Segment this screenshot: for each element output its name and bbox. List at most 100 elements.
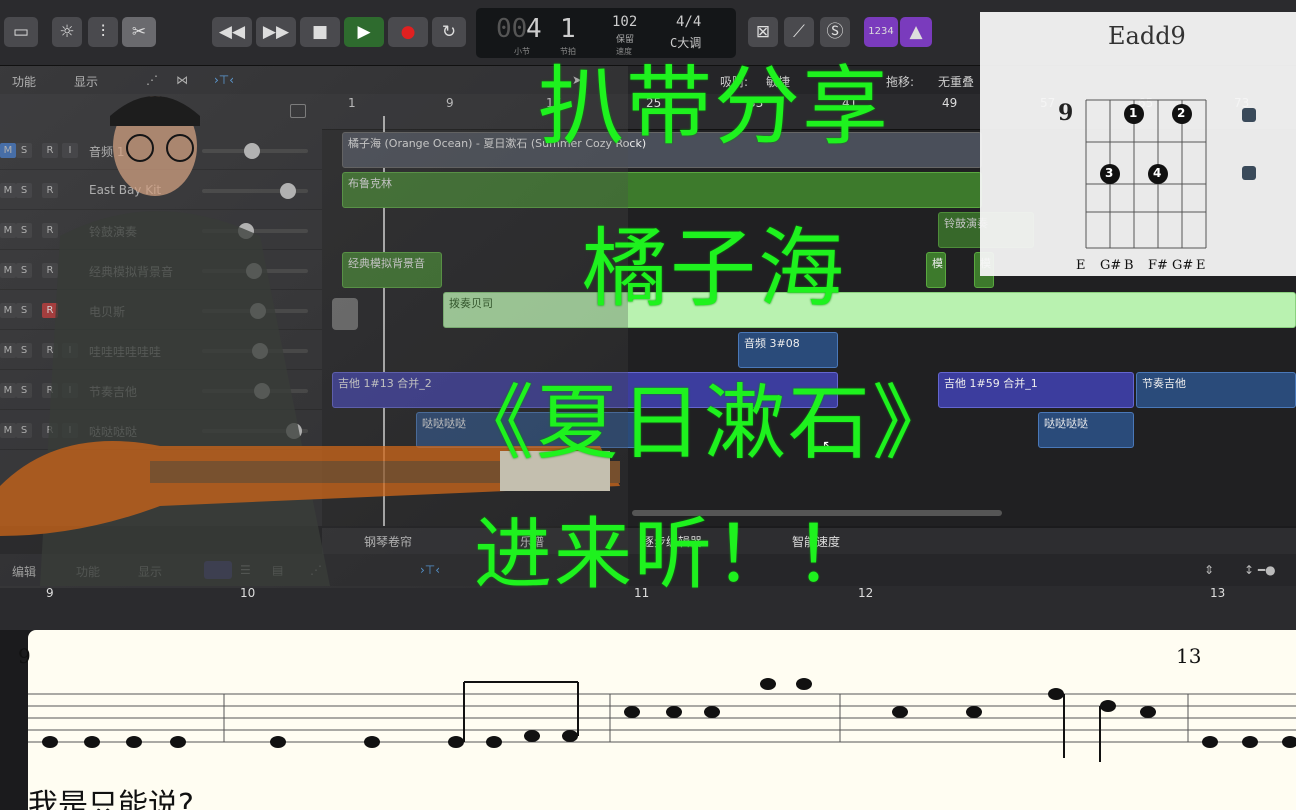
track-list: M S R I 音频 1 M S R East Bay Kit M S R 铃鼓演奏 M S R 经典模拟背景音… xyxy=(0,94,322,526)
track-r-button[interactable]: R xyxy=(42,383,58,398)
track-i-button[interactable]: I xyxy=(62,343,78,358)
finger-2: 2 xyxy=(1177,106,1186,120)
region-dada-2[interactable]: 哒哒哒哒 xyxy=(1038,412,1134,448)
track-row[interactable]: M S R I 节奏吉他 xyxy=(0,370,322,410)
display-menu[interactable]: 显示 xyxy=(74,73,98,90)
play-button[interactable]: ▶ xyxy=(344,17,384,47)
region-rhythm-guitar[interactable]: 节奏吉他 xyxy=(1136,372,1296,408)
page-view-icon[interactable]: ▤ xyxy=(272,563,283,577)
fader-knob[interactable] xyxy=(244,143,260,159)
volume-fader[interactable] xyxy=(202,343,308,359)
zoom-vertical-icon[interactable]: ⇕ xyxy=(1204,563,1214,577)
fader-knob[interactable] xyxy=(252,343,268,359)
fader-knob[interactable] xyxy=(254,383,270,399)
cycle-button[interactable]: ↻ xyxy=(432,17,466,47)
track-options-icon[interactable] xyxy=(290,104,306,118)
automation-icon[interactable]: ⋰ xyxy=(146,73,158,87)
volume-fader[interactable] xyxy=(202,303,308,319)
linear-view-icon[interactable]: ☰ xyxy=(240,563,251,577)
editors-button[interactable]: ✂ xyxy=(122,17,156,47)
view-mode-button[interactable] xyxy=(204,561,232,579)
editor-ruler-mark: 13 xyxy=(1210,586,1226,600)
track-s-button[interactable]: S xyxy=(16,343,32,358)
volume-fader[interactable] xyxy=(202,423,308,439)
track-s-button[interactable]: S xyxy=(16,223,32,238)
smart-controls-button[interactable]: ☼ xyxy=(52,17,82,47)
catch-icon[interactable]: ›⊤‹ xyxy=(214,73,234,87)
fast-forward-button[interactable]: ▶▶ xyxy=(256,17,296,47)
track-i-button[interactable]: I xyxy=(62,423,78,438)
function-menu[interactable]: 功能 xyxy=(12,73,36,90)
track-m-button[interactable]: M xyxy=(0,143,16,158)
track-s-button[interactable]: S xyxy=(16,143,32,158)
flex-icon[interactable]: ⋈ xyxy=(176,73,188,87)
fader-knob[interactable] xyxy=(286,423,302,439)
track-m-button[interactable]: M xyxy=(0,263,16,278)
fast-forward-icon: ▶▶ xyxy=(262,22,290,42)
track-row[interactable]: M S R I 哇哇哇哇哇哇 xyxy=(0,330,322,370)
track-m-button[interactable]: M xyxy=(0,303,16,318)
track-m-button[interactable]: M xyxy=(0,183,16,198)
track-row[interactable]: M S R East Bay Kit xyxy=(0,170,322,210)
track-m-button[interactable]: M xyxy=(0,343,16,358)
volume-fader[interactable] xyxy=(202,263,308,279)
track-row[interactable]: M S R I 哒哒哒哒 xyxy=(0,410,322,450)
track-r-button[interactable]: R xyxy=(42,143,58,158)
mixer-button[interactable]: ⫶ xyxy=(88,17,118,47)
region-synth[interactable]: 经典模拟背景音 xyxy=(342,252,442,288)
track-r-button[interactable]: R xyxy=(42,343,58,358)
track-s-button[interactable]: S xyxy=(16,183,32,198)
finger-1: 1 xyxy=(1129,106,1138,120)
score-editor[interactable]: 9 13 我是只能说? xyxy=(18,630,1296,810)
play-icon: ▶ xyxy=(357,22,371,42)
track-r-button[interactable]: R xyxy=(42,183,58,198)
track-s-button[interactable]: S xyxy=(16,423,32,438)
rewind-button[interactable]: ◀◀ xyxy=(212,17,252,47)
track-row[interactable]: M S R 经典模拟背景音 xyxy=(0,250,322,290)
track-m-button[interactable]: M xyxy=(0,423,16,438)
ruler-mark: 9 xyxy=(446,96,454,110)
string-name: G# xyxy=(1100,258,1122,273)
record-button[interactable]: ● xyxy=(388,17,428,47)
bass-instrument-icon xyxy=(332,298,358,330)
fader-knob[interactable] xyxy=(246,263,262,279)
editor-function-menu[interactable]: 功能 xyxy=(76,563,100,580)
editor-automation-icon[interactable]: ⋰ xyxy=(310,563,322,577)
track-r-button[interactable]: R xyxy=(42,263,58,278)
track-s-button[interactable]: S xyxy=(16,263,32,278)
inbox-icon: ▭ xyxy=(12,22,30,42)
editor-tab[interactable]: 钢琴卷帘 xyxy=(364,533,412,550)
track-row[interactable]: M S R 电贝斯 xyxy=(0,290,322,330)
volume-fader[interactable] xyxy=(202,383,308,399)
editor-display-menu[interactable]: 显示 xyxy=(138,563,162,580)
lcd-signature: 4/4 xyxy=(676,14,702,30)
string-name: E xyxy=(1076,258,1086,273)
track-r-button[interactable]: R xyxy=(42,303,58,318)
library-button[interactable]: ▭ xyxy=(4,17,38,47)
fader-knob[interactable] xyxy=(280,183,296,199)
track-r-button[interactable]: R xyxy=(42,223,58,238)
volume-fader[interactable] xyxy=(202,143,308,159)
track-name: 哒哒哒哒 xyxy=(89,425,138,439)
string-name: F# xyxy=(1148,258,1168,273)
track-m-button[interactable]: M xyxy=(0,223,16,238)
zoom-slider[interactable]: ↕ ━● xyxy=(1244,563,1276,577)
fader-knob[interactable] xyxy=(250,303,266,319)
overlay-title-4: 进来听！！ xyxy=(473,510,874,600)
track-s-button[interactable]: S xyxy=(16,303,32,318)
volume-fader[interactable] xyxy=(202,183,308,199)
track-row[interactable]: M S R I 音频 1 xyxy=(0,130,322,170)
fader-knob[interactable] xyxy=(238,223,254,239)
track-m-button[interactable]: M xyxy=(0,383,16,398)
string-name: E xyxy=(1196,258,1206,273)
track-i-button[interactable]: I xyxy=(62,143,78,158)
stop-button[interactable]: ■ xyxy=(300,17,340,47)
track-i-button[interactable]: I xyxy=(62,383,78,398)
volume-fader[interactable] xyxy=(202,223,308,239)
track-r-button[interactable]: R xyxy=(42,423,58,438)
track-row[interactable]: M S R 铃鼓演奏 xyxy=(0,210,322,250)
track-s-button[interactable]: S xyxy=(16,383,32,398)
edit-menu[interactable]: 编辑 xyxy=(12,563,36,580)
region-rhythm-guitar-label: 节奏吉他 xyxy=(1142,377,1186,390)
editor-ruler-mark: 10 xyxy=(240,586,256,600)
